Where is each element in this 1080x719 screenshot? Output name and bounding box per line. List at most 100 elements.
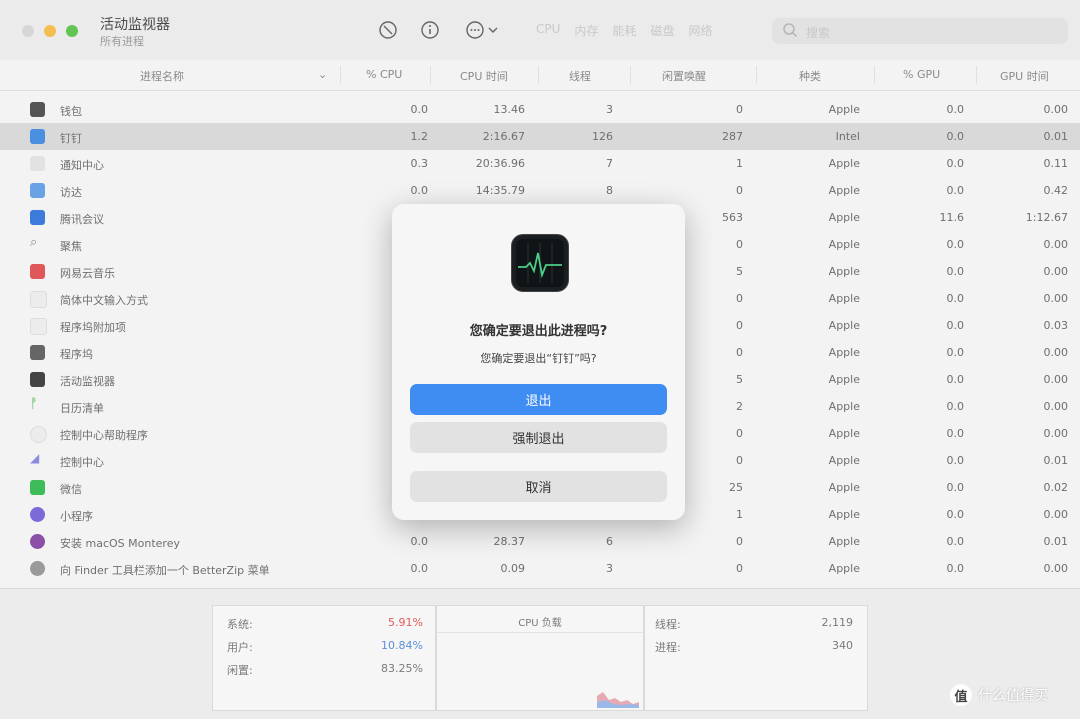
gpu-time-value: 0.42 [1043, 184, 1069, 197]
gpu-time-value: 1:12.67 [1025, 211, 1068, 224]
header-gpu[interactable]: % GPU [903, 68, 940, 81]
gpu-value: 0.0 [946, 346, 965, 359]
gpu-time-value: 0.00 [1043, 400, 1069, 413]
sort-chevron-icon: ⌄ [318, 68, 328, 81]
gpu-value: 0.0 [946, 292, 965, 305]
gpu-value: 0.0 [946, 427, 965, 440]
netease-music-icon [30, 264, 45, 279]
process-name: 小程序 [60, 510, 93, 523]
table-row[interactable]: 向 Finder 工具栏添加一个 BetterZip 菜单 0.0 0.09 3… [0, 555, 1080, 582]
zoom-window-button[interactable] [66, 25, 78, 37]
cpu-load-gridline [437, 632, 643, 633]
tab-cpu[interactable]: CPU [536, 22, 560, 39]
gpu-time-value: 0.00 [1043, 508, 1069, 521]
idle-value: 83.25% [381, 662, 423, 675]
gpu-value: 11.6 [939, 211, 965, 224]
threads-value: 3 [606, 562, 613, 575]
stop-process-icon[interactable] [378, 20, 398, 40]
watermark: 值 什么值得买 [950, 684, 1048, 706]
kind-value: Apple [828, 184, 860, 197]
thread-count-panel: 线程: 2,119 进程: 340 [644, 605, 868, 711]
process-name: 钉钉 [60, 132, 82, 145]
table-row[interactable]: 安装 macOS Monterey 0.0 28.37 6 0 Apple 0.… [0, 528, 1080, 555]
gpu-value: 0.0 [946, 319, 965, 332]
process-name: 通知中心 [60, 159, 104, 172]
header-kind[interactable]: 种类 [799, 68, 821, 84]
process-name: 向 Finder 工具栏添加一个 BetterZip 菜单 [60, 564, 270, 577]
mini-program-icon [30, 507, 45, 522]
system-value: 5.91% [388, 616, 423, 629]
table-row[interactable]: 通知中心 0.3 20:36.96 7 1 Apple 0.0 0.11 [0, 150, 1080, 177]
cpu-time-value: 2:16.67 [482, 130, 525, 143]
gpu-value: 0.0 [946, 454, 965, 467]
column-divider [976, 66, 977, 84]
activity-monitor-window: 活动监视器 所有进程 CPU 内存 能耗 磁盘 网络 搜索 进程名称 ⌄ % C… [0, 0, 1080, 719]
tab-network[interactable]: 网络 [688, 22, 712, 39]
more-actions-icon[interactable] [465, 20, 501, 40]
user-label: 用户: [227, 641, 253, 654]
header-process-name[interactable]: 进程名称 [140, 68, 184, 84]
kind-value: Apple [828, 346, 860, 359]
table-row[interactable]: 钱包 0.0 13.46 3 0 Apple 0.0 0.00 [0, 96, 1080, 123]
cpu-time-value: 20:36.96 [475, 157, 525, 170]
wallet-app-icon [30, 102, 45, 117]
cancel-button[interactable]: 取消 [410, 471, 667, 502]
header-gpu-time[interactable]: GPU 时间 [1000, 68, 1049, 84]
gpu-value: 0.0 [946, 103, 965, 116]
search-icon [782, 22, 798, 42]
gpu-time-value: 0.03 [1043, 319, 1069, 332]
cpu-usage-panel: 系统: 5.91% 用户: 10.84% 闲置: 83.25% [212, 605, 436, 711]
threads-value: 7 [606, 157, 613, 170]
info-icon[interactable] [420, 20, 440, 40]
header-cpu[interactable]: % CPU [366, 68, 402, 81]
minimize-window-button[interactable] [44, 25, 56, 37]
dialog-title: 您确定要退出此进程吗? [469, 324, 608, 339]
process-name: 钱包 [60, 105, 82, 118]
table-row-selected[interactable]: 钉钉 1.2 2:16.67 126 287 Intel 0.0 0.01 [0, 123, 1080, 150]
cpu-value: 0.0 [410, 562, 429, 575]
input-method-icon [30, 291, 47, 308]
tab-memory[interactable]: 内存 [574, 22, 598, 39]
quit-process-dialog: 您确定要退出此进程吗? 您确定要退出“钉钉”吗? 退出 强制退出 取消 [392, 204, 685, 520]
threads-value: 8 [606, 184, 613, 197]
tab-disk[interactable]: 磁盘 [650, 22, 674, 39]
tab-energy[interactable]: 能耗 [612, 22, 636, 39]
idle-wake-value: 25 [729, 481, 743, 494]
process-name: 程序坞附加项 [60, 321, 126, 334]
kind-value: Apple [828, 103, 860, 116]
idle-wake-value: 0 [736, 184, 743, 197]
notification-center-icon [30, 156, 45, 171]
header-cpu-time[interactable]: CPU 时间 [460, 68, 508, 84]
gpu-value: 0.0 [946, 130, 965, 143]
gpu-time-value: 0.01 [1043, 130, 1069, 143]
table-row[interactable]: 访达 0.0 14:35.79 8 0 Apple 0.0 0.42 [0, 177, 1080, 204]
idle-wake-value: 1 [736, 508, 743, 521]
process-name: 安装 macOS Monterey [60, 537, 180, 550]
cpu-value: 0.0 [410, 103, 429, 116]
header-threads[interactable]: 线程 [569, 68, 591, 84]
window-subtitle: 所有进程 [100, 35, 144, 48]
threads-value: 126 [592, 130, 613, 143]
search-placeholder: 搜索 [806, 26, 831, 40]
betterzip-icon [30, 561, 45, 576]
idle-wake-value: 0 [736, 454, 743, 467]
dialog-message: 您确定要退出“钉钉”吗? [480, 352, 597, 365]
gpu-value: 0.0 [946, 238, 965, 251]
search-field[interactable]: 搜索 [772, 18, 1068, 44]
gpu-time-value: 0.00 [1043, 427, 1069, 440]
cpu-time-value: 28.37 [493, 535, 526, 548]
threads-value: 6 [606, 535, 613, 548]
gpu-value: 0.0 [946, 265, 965, 278]
quit-button[interactable]: 退出 [410, 384, 667, 415]
idle-wake-value: 0 [736, 535, 743, 548]
idle-wake-value: 2 [736, 400, 743, 413]
close-window-button[interactable] [22, 25, 34, 37]
idle-wake-value: 0 [736, 427, 743, 440]
header-idle-wake-ups[interactable]: 闲置唤醒 [662, 68, 706, 84]
process-name: 网易云音乐 [60, 267, 115, 280]
force-quit-button[interactable]: 强制退出 [410, 422, 667, 453]
kind-value: Apple [828, 373, 860, 386]
title-bar: 活动监视器 所有进程 CPU 内存 能耗 磁盘 网络 搜索 [0, 0, 1080, 61]
finder-icon [30, 183, 45, 198]
column-divider [340, 66, 341, 84]
